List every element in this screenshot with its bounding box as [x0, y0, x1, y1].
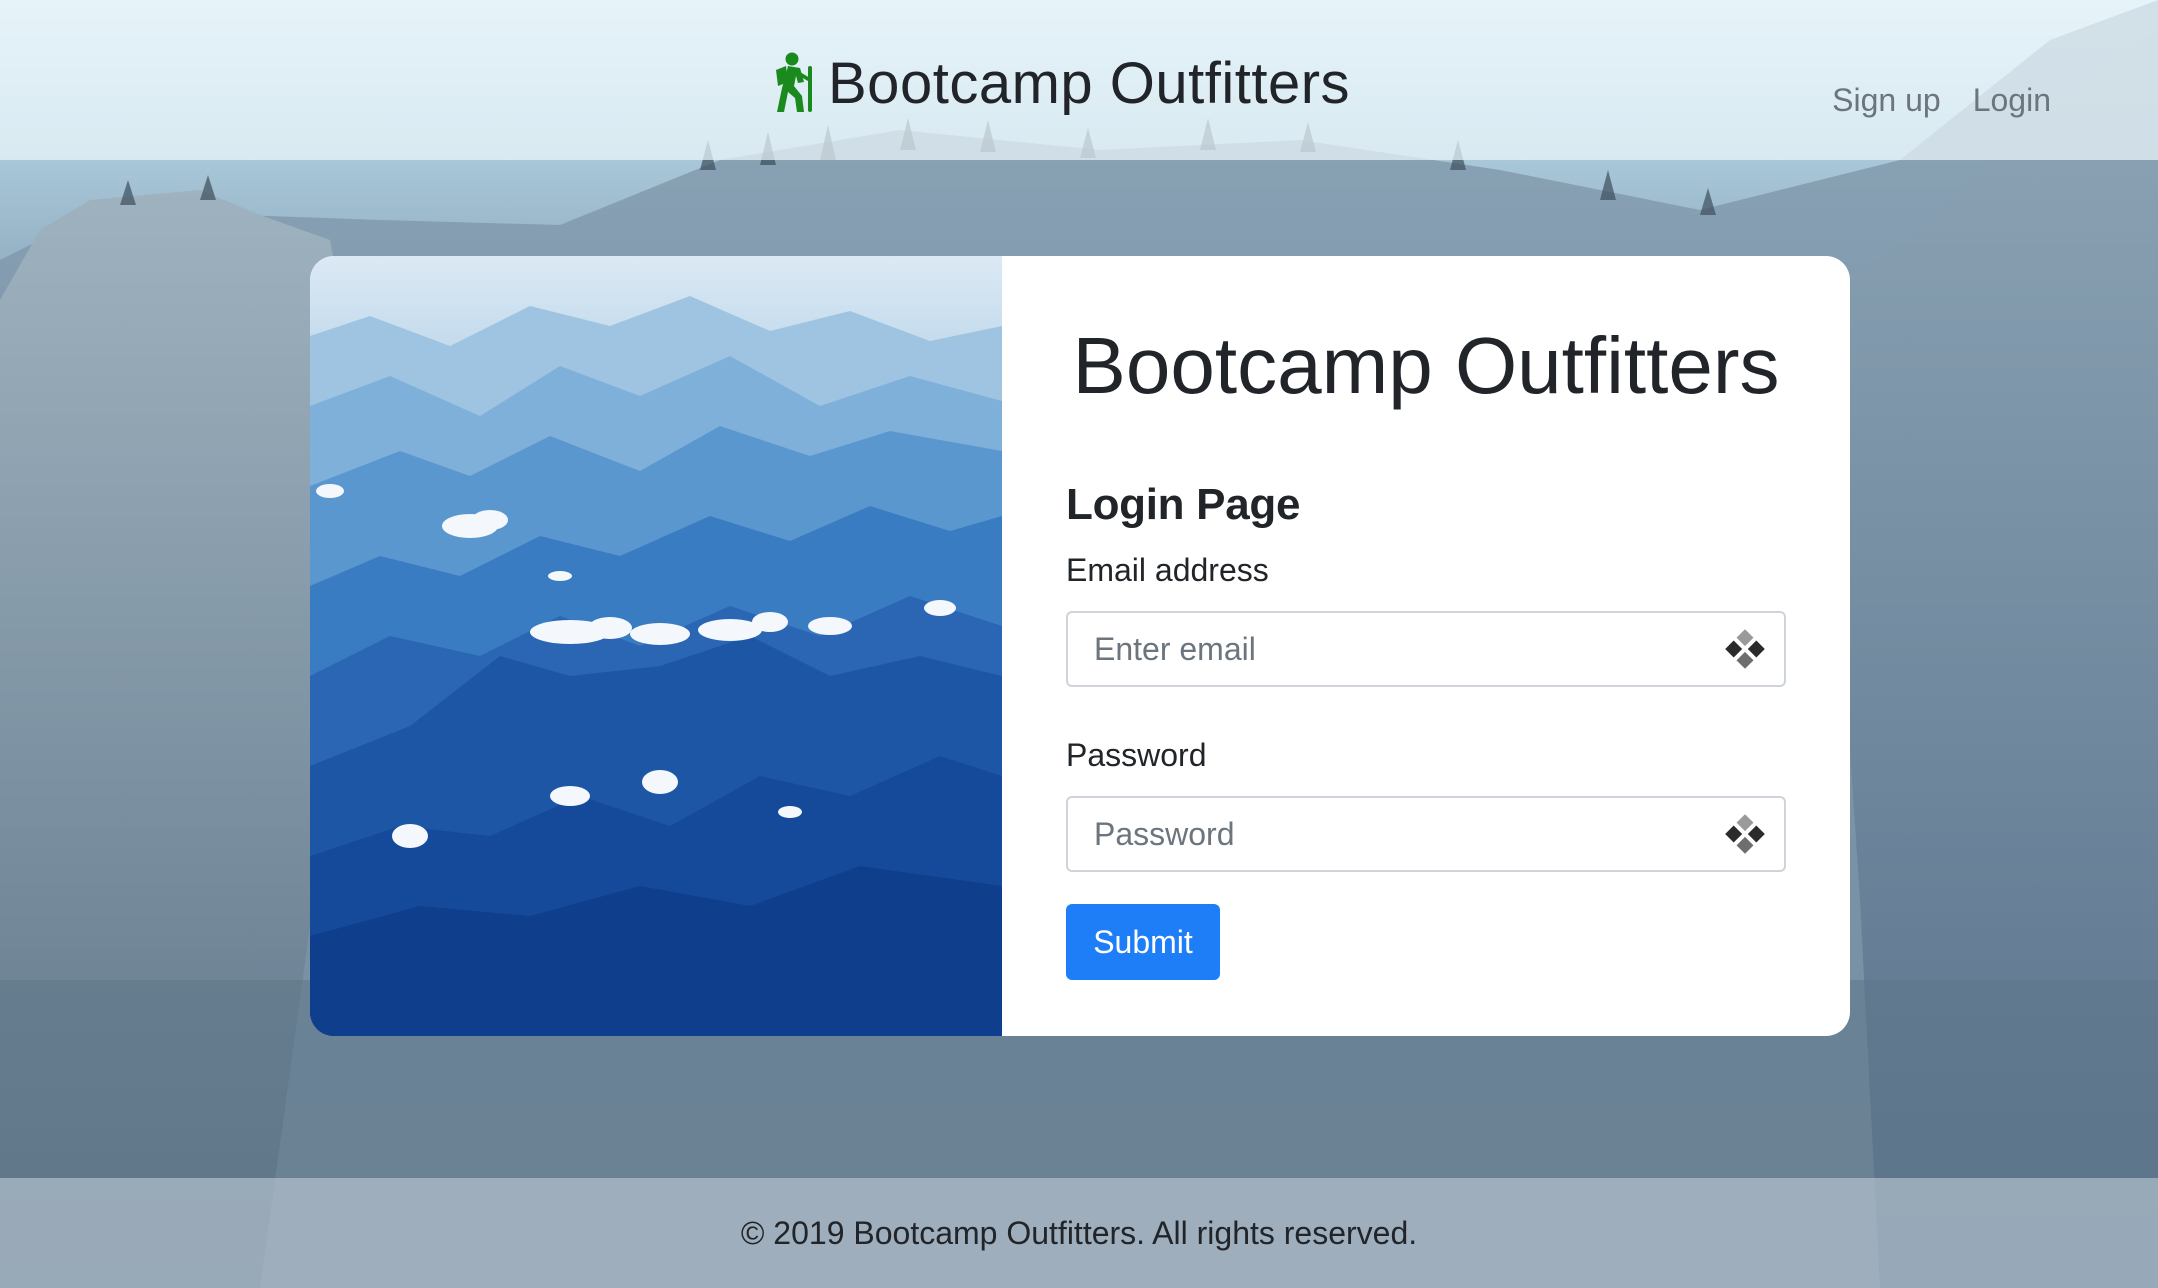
password-manager-icon[interactable]: [1722, 811, 1768, 857]
card-title: Bootcamp Outfitters: [1072, 321, 1780, 410]
login-page-heading: Login Page: [1066, 480, 1301, 529]
nav-login-link[interactable]: Login: [1973, 82, 2051, 119]
top-navbar: Bootcamp Outfitters Sign up Login: [0, 0, 2158, 160]
login-form-panel: Bootcamp Outfitters Login Page Email add…: [1002, 256, 1850, 1036]
submit-button[interactable]: Submit: [1066, 904, 1220, 980]
hiking-icon: [768, 52, 818, 114]
password-manager-icon[interactable]: [1722, 626, 1768, 672]
password-input-wrapper: [1066, 796, 1786, 872]
login-card: Bootcamp Outfitters Login Page Email add…: [310, 256, 1850, 1036]
nav-links: Sign up Login: [1832, 82, 2051, 119]
email-field[interactable]: [1066, 611, 1786, 687]
nav-signup-link[interactable]: Sign up: [1832, 82, 1941, 119]
email-input-wrapper: [1066, 611, 1786, 687]
email-label: Email address: [1066, 552, 1269, 588]
password-field[interactable]: [1066, 796, 1786, 872]
brand-name: Bootcamp Outfitters: [828, 50, 1351, 116]
page-footer: © 2019 Bootcamp Outfitters. All rights r…: [0, 1178, 2158, 1288]
copyright-text: © 2019 Bootcamp Outfitters. All rights r…: [740, 1214, 1418, 1251]
brand-link[interactable]: Bootcamp Outfitters: [768, 50, 1350, 116]
password-label: Password: [1066, 737, 1207, 773]
mountain-landscape-image: [310, 256, 1002, 1036]
